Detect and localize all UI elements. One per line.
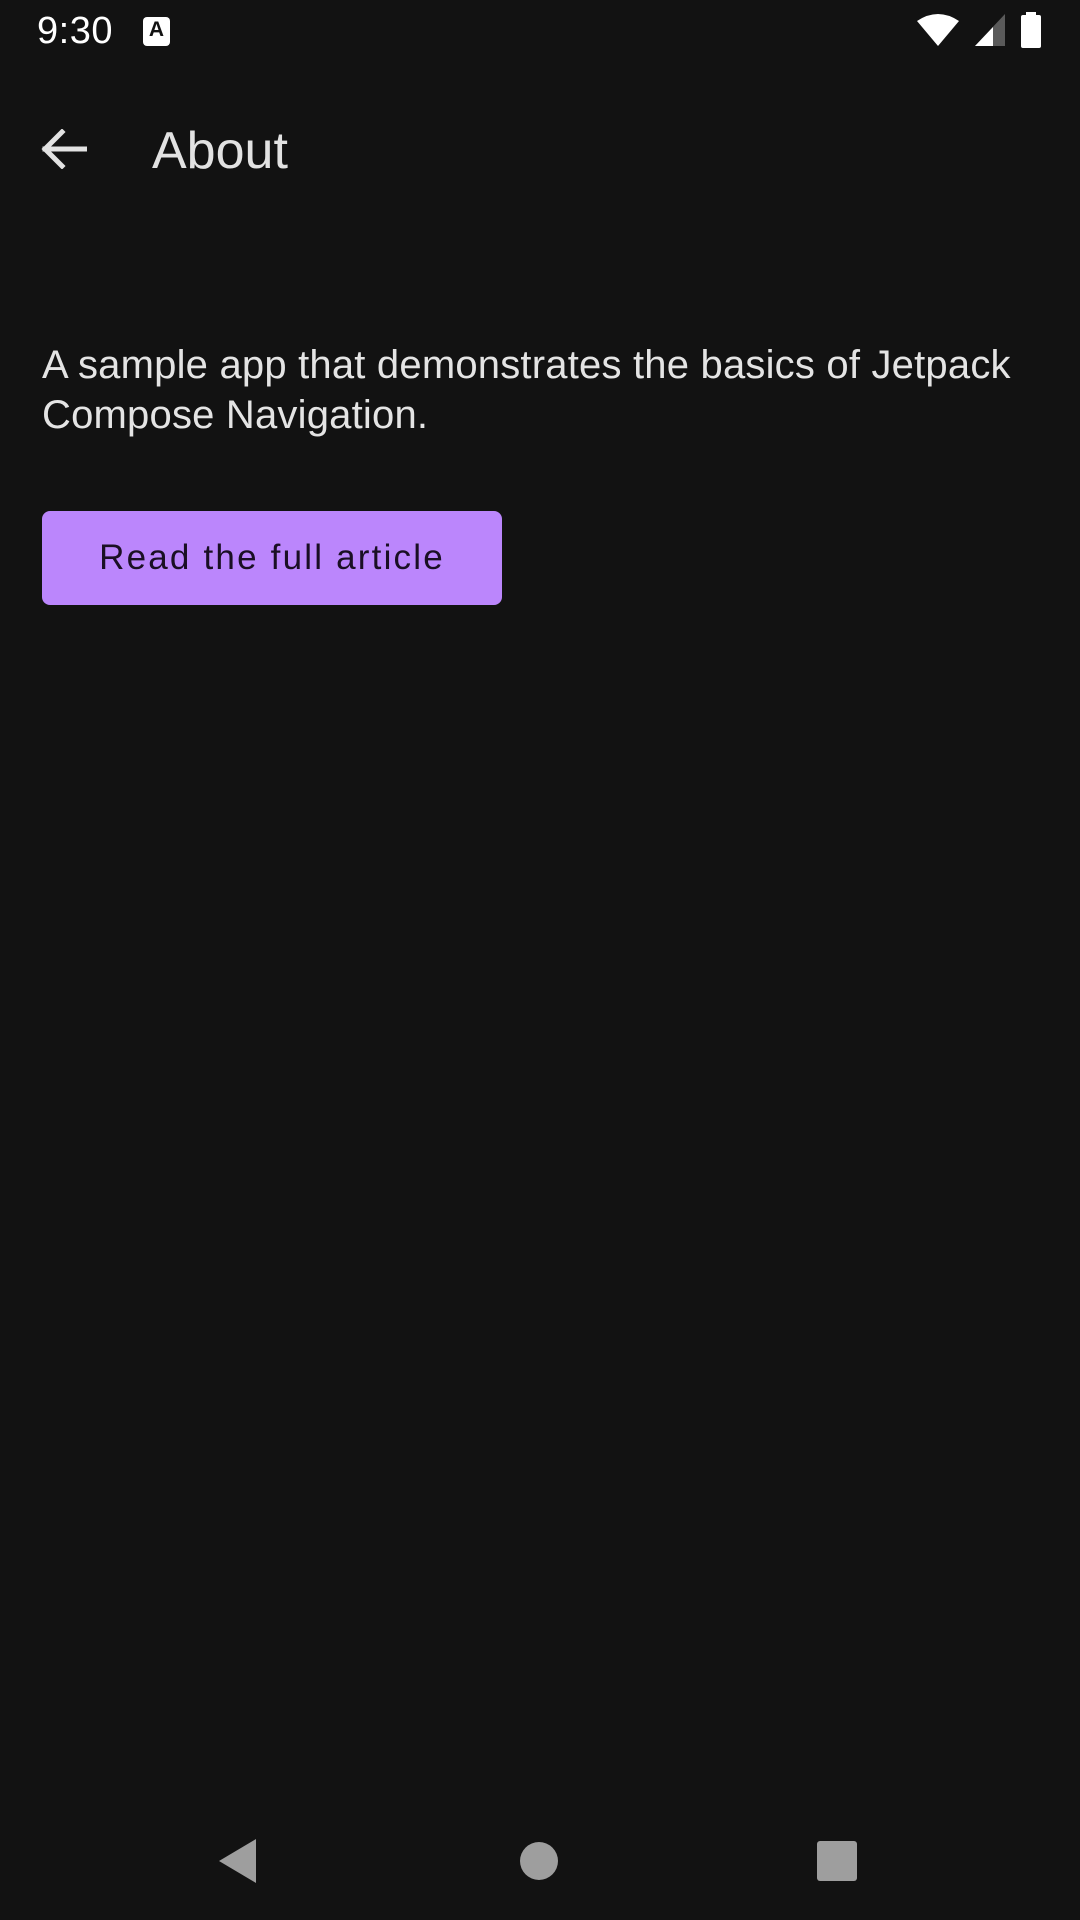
nav-back-button[interactable] xyxy=(208,1833,268,1893)
about-description: A sample app that demonstrates the basic… xyxy=(42,343,1011,437)
system-navigation-bar xyxy=(0,1800,1080,1920)
nav-back-icon xyxy=(216,1837,260,1890)
nav-recents-button[interactable] xyxy=(807,1833,867,1893)
cellular-signal-icon xyxy=(974,13,1006,52)
nav-recents-icon xyxy=(816,1840,858,1887)
nav-home-icon xyxy=(519,1841,559,1886)
arrow-back-icon xyxy=(41,127,88,174)
top-app-bar: About xyxy=(0,63,1080,243)
nav-home-button[interactable] xyxy=(509,1833,569,1893)
back-button[interactable] xyxy=(28,115,100,187)
page-title: About xyxy=(152,122,288,180)
read-article-button[interactable]: Read the full article xyxy=(42,511,502,605)
a-icon: A xyxy=(143,17,170,46)
wifi-icon xyxy=(916,13,960,52)
battery-icon xyxy=(1020,11,1042,53)
status-time: 9:30 xyxy=(37,10,113,52)
status-icons xyxy=(916,11,1042,53)
status-bar: 9:30 A xyxy=(0,0,1080,63)
